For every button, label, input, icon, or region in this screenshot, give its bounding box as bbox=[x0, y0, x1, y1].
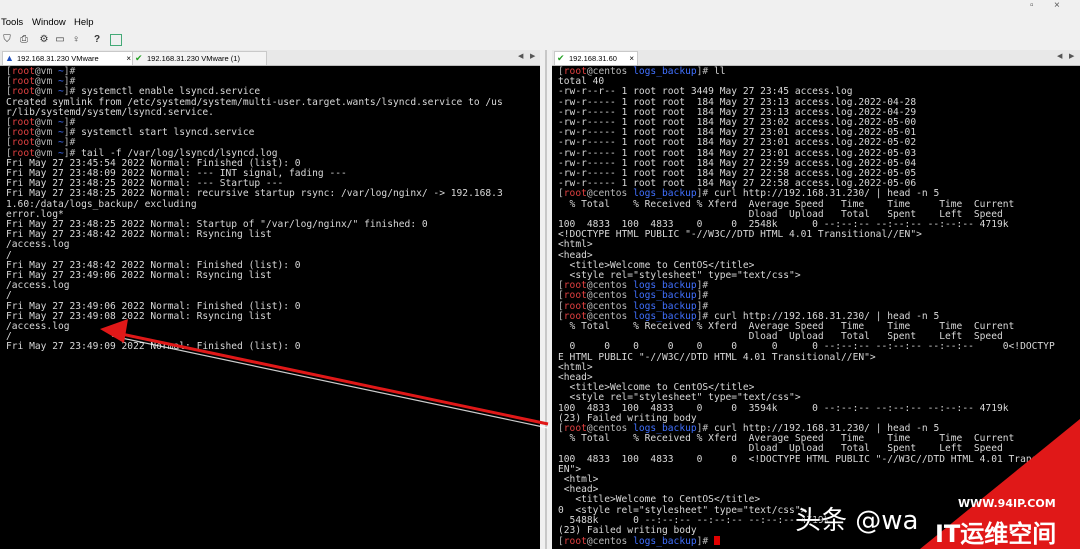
window-controls: ▫ × bbox=[1014, 0, 1074, 14]
left-terminal-output[interactable]: [root@vm ~]# [root@vm ~]# [root@vm ~]# sys… bbox=[0, 66, 540, 549]
prompt-host: @vm bbox=[34, 147, 58, 159]
check-icon: ✔ bbox=[557, 53, 565, 63]
output-line: Fri May 27 23:49:09 2022 Normal: Finishe… bbox=[6, 341, 301, 353]
tab-next-icon[interactable]: ▶ bbox=[1069, 52, 1074, 60]
terminal-cursor bbox=[714, 536, 720, 546]
pane-splitter[interactable] bbox=[545, 50, 547, 549]
left-terminal-pane: ▲ 192.168.31.230 VMware × ✔ 192.168.31.2… bbox=[0, 50, 540, 549]
toolbar: ⛉ ⎙ ⚙ ▭ ♀ ? bbox=[0, 32, 1080, 51]
tab-label: 192.168.31.60 bbox=[569, 54, 617, 63]
tab-prev-icon[interactable]: ◀ bbox=[518, 52, 523, 60]
output-line: /access.log bbox=[6, 280, 70, 292]
prompt-symbol: ]# bbox=[696, 536, 709, 548]
warning-icon: ▲ bbox=[5, 53, 14, 63]
prompt-user: root bbox=[11, 86, 35, 98]
command-text: curl http://192.168.31.230/ | head -n 5 bbox=[708, 188, 940, 200]
tab-vmware[interactable]: ▲ 192.168.31.230 VMware × bbox=[2, 51, 135, 65]
close-icon[interactable]: × bbox=[629, 52, 634, 65]
prompt-user: root bbox=[563, 188, 587, 200]
tab-next-icon[interactable]: ▶ bbox=[530, 52, 535, 60]
command-text: systemctl start lsyncd.service bbox=[75, 127, 255, 139]
prompt-user: root bbox=[11, 147, 35, 159]
menu-window[interactable]: Window bbox=[32, 17, 66, 28]
menu-bar: Tools Window Help bbox=[0, 14, 1080, 32]
prompt-host: @vm bbox=[34, 86, 58, 98]
command-text: ll bbox=[708, 66, 726, 77]
window-icon[interactable]: ▭ bbox=[54, 34, 66, 46]
prompt-symbol: ]# bbox=[696, 66, 709, 77]
prompt-host: @centos bbox=[586, 536, 634, 548]
prompt-symbol: ]# bbox=[63, 147, 76, 159]
output-line: /access.log bbox=[6, 239, 70, 251]
output-line: (23) Failed writing body bbox=[558, 525, 697, 536]
close-icon[interactable]: × bbox=[1054, 0, 1060, 11]
check-icon: ✔ bbox=[135, 53, 143, 63]
output-line: E HTML PUBLIC "-//W3C//DTD HTML 4.01 Tra… bbox=[558, 351, 876, 363]
menu-tools[interactable]: Tools bbox=[1, 17, 23, 28]
binoculars-icon[interactable]: ⛉ bbox=[1, 34, 13, 46]
badge-site: WWW.94IP.COM bbox=[958, 497, 1056, 510]
left-tab-bar: ▲ 192.168.31.230 VMware × ✔ 192.168.31.2… bbox=[0, 50, 540, 66]
close-icon[interactable]: × bbox=[126, 52, 131, 65]
tab-prev-icon[interactable]: ◀ bbox=[1057, 52, 1062, 60]
right-tab-bar: ✔ 192.168.31.60 × ◀ ▶ bbox=[552, 50, 1080, 66]
prompt-dir: logs_backup bbox=[633, 188, 697, 200]
screen-icon[interactable] bbox=[110, 34, 122, 46]
gear-icon[interactable]: ⚙ bbox=[38, 34, 50, 46]
command-text: systemctl enable lsyncd.service bbox=[75, 86, 261, 98]
menu-help[interactable]: Help bbox=[74, 17, 94, 28]
prompt-symbol: ]# bbox=[63, 86, 76, 98]
badge-brand: IT运维空间 bbox=[935, 520, 1057, 548]
command-text: tail -f /var/log/lsyncd/lsyncd.log bbox=[75, 147, 278, 159]
prompt-dir: logs_backup bbox=[633, 66, 697, 77]
tab-centos[interactable]: ✔ 192.168.31.60 × bbox=[554, 51, 638, 65]
prompt-host: @centos bbox=[586, 188, 634, 200]
tab-label: 192.168.31.230 VMware (1) bbox=[147, 54, 240, 63]
prompt-line: [root@centos logs_backup]# bbox=[558, 536, 720, 547]
prompt-user: root bbox=[563, 536, 587, 548]
restore-icon[interactable]: ▫ bbox=[1030, 0, 1034, 11]
output-line: /access.log bbox=[6, 321, 70, 332]
prompt-dir: logs_backup bbox=[633, 536, 697, 548]
output-line: <!DOCTYPE HTML PUBLIC "-//W3C//DTD HTML … bbox=[558, 229, 922, 241]
watermark-text: 头条 @wa bbox=[795, 506, 919, 536]
tab-vmware-1[interactable]: ✔ 192.168.31.230 VMware (1) bbox=[132, 51, 267, 65]
tab-label: 192.168.31.230 VMware bbox=[17, 54, 99, 63]
prompt-symbol: ]# bbox=[696, 188, 709, 200]
key-icon[interactable]: ♀ bbox=[70, 34, 82, 46]
help-icon[interactable]: ? bbox=[91, 34, 103, 46]
print-icon[interactable]: ⎙ bbox=[18, 34, 30, 46]
